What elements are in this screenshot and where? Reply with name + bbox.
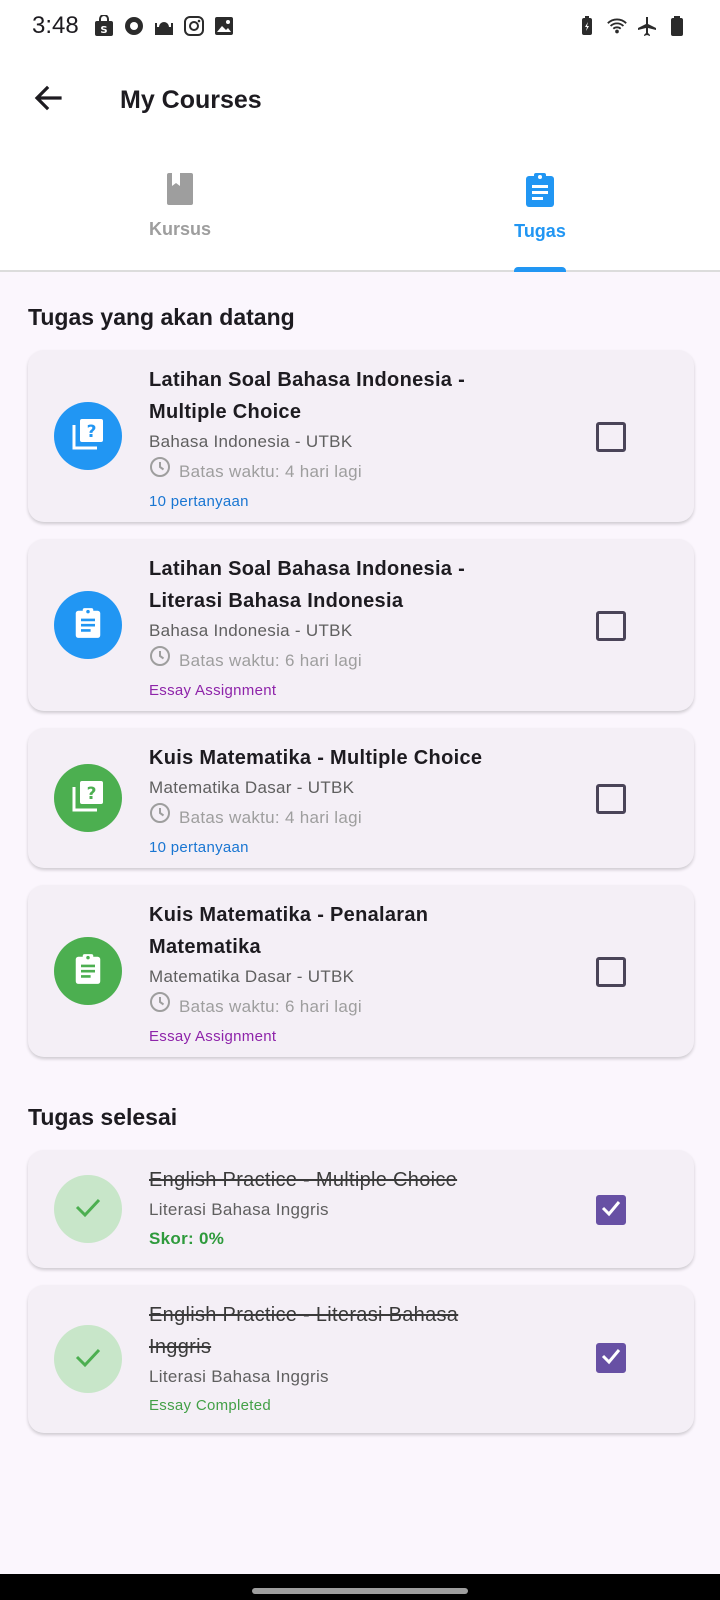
assignment-title: Latihan Soal Bahasa Indonesia - Multiple… xyxy=(149,369,466,423)
shopping-bag-icon: S xyxy=(93,15,115,37)
assignment-icon xyxy=(74,607,102,644)
completion-checkbox[interactable] xyxy=(596,422,626,452)
section-title-completed: Tugas selesai xyxy=(28,1104,178,1130)
assignment-icon xyxy=(524,172,556,213)
deadline: Batas waktu: 4 hari lagi xyxy=(149,456,519,487)
assignment-avatar xyxy=(54,937,122,1005)
assignment-type: Essay Assignment xyxy=(149,1028,277,1045)
status-bar: 3:48 S xyxy=(0,0,720,52)
assignment-card[interactable]: ? Latihan Soal Bahasa Indonesia - Multip… xyxy=(28,350,694,522)
deadline-text: Batas waktu: 6 hari lagi xyxy=(179,996,362,1016)
home-gesture-handle[interactable] xyxy=(252,1588,468,1594)
completion-checkbox[interactable] xyxy=(596,1195,626,1225)
status-time: 3:48 xyxy=(32,12,79,39)
course-name: Bahasa Indonesia - UTBK xyxy=(149,432,353,451)
score-text: Skor: 0% xyxy=(149,1229,225,1248)
app-bar: My Courses xyxy=(0,52,720,148)
assignment-icon xyxy=(74,953,102,990)
instagram-icon xyxy=(183,15,205,37)
question-count: 10 pertanyaan xyxy=(149,493,249,510)
airplane-mode-icon xyxy=(636,15,658,37)
battery-saver-icon xyxy=(576,15,598,37)
completion-status: Essay Completed xyxy=(149,1397,272,1414)
image-icon xyxy=(213,15,235,37)
assignment-card[interactable]: Latihan Soal Bahasa Indonesia - Literasi… xyxy=(28,539,694,711)
section-title-upcoming: Tugas yang akan datang xyxy=(28,304,295,330)
quiz-icon: ? xyxy=(70,778,106,819)
card-text: Latihan Soal Bahasa Indonesia - Literasi… xyxy=(149,553,519,706)
assignment-card[interactable]: ? Kuis Matematika - Multiple Choice Mate… xyxy=(28,728,694,868)
deadline-text: Batas waktu: 4 hari lagi xyxy=(179,807,362,827)
deadline-text: Batas waktu: 4 hari lagi xyxy=(179,461,362,481)
deadline: Batas waktu: 4 hari lagi xyxy=(149,802,519,833)
battery-icon xyxy=(666,15,688,37)
arrow-back-icon xyxy=(33,83,63,118)
card-text: Kuis Matematika - Multiple Choice Matema… xyxy=(149,742,519,863)
completed-avatar xyxy=(54,1325,122,1393)
completion-checkbox[interactable] xyxy=(596,1343,626,1373)
card-text: Kuis Matematika - Penalaran Matematika M… xyxy=(149,899,519,1052)
clock-icon xyxy=(149,645,171,676)
completion-checkbox[interactable] xyxy=(596,784,626,814)
svg-text:S: S xyxy=(100,25,107,36)
tab-label: Kursus xyxy=(148,219,211,239)
question-count: 10 pertanyaan xyxy=(149,839,249,856)
completion-checkbox[interactable] xyxy=(596,611,626,641)
clock-icon xyxy=(149,802,171,833)
check-icon xyxy=(72,1341,104,1378)
course-name: Literasi Bahasa Inggris xyxy=(149,1367,329,1386)
tab-kursus[interactable]: Kursus xyxy=(0,148,360,270)
completed-card[interactable]: English Practice - Literasi Bahasa Inggr… xyxy=(28,1285,694,1433)
card-text: English Practice - Literasi Bahasa Inggr… xyxy=(149,1299,519,1421)
assignment-title: Latihan Soal Bahasa Indonesia - Literasi… xyxy=(149,558,466,612)
deadline-text: Batas waktu: 6 hari lagi xyxy=(179,650,362,670)
checkmark-icon xyxy=(600,1345,622,1372)
svg-text:?: ? xyxy=(87,784,97,804)
assignment-avatar xyxy=(54,591,122,659)
completed-card[interactable]: English Practice - Multiple Choice Liter… xyxy=(28,1150,694,1268)
deadline: Batas waktu: 6 hari lagi xyxy=(149,645,519,676)
tab-tugas[interactable]: Tugas xyxy=(360,148,720,272)
tab-indicator xyxy=(514,267,566,272)
tab-label: Tugas xyxy=(514,221,566,241)
card-text: Latihan Soal Bahasa Indonesia - Multiple… xyxy=(149,364,519,517)
completion-checkbox[interactable] xyxy=(596,957,626,987)
quiz-avatar: ? xyxy=(54,764,122,832)
course-name: Literasi Bahasa Inggris xyxy=(149,1200,329,1219)
navigation-bar xyxy=(0,1574,720,1600)
card-text: English Practice - Multiple Choice Liter… xyxy=(149,1164,519,1254)
system-icons xyxy=(576,15,688,37)
page-title: My Courses xyxy=(120,85,262,114)
svg-text:?: ? xyxy=(87,422,97,442)
course-name: Matematika Dasar - UTBK xyxy=(149,778,355,797)
assignment-type: Essay Assignment xyxy=(149,682,277,699)
notification-icons: S xyxy=(93,15,235,37)
mosque-icon xyxy=(153,15,175,37)
tab-bar: Kursus Tugas xyxy=(0,148,720,272)
assignment-title: English Practice - Literasi Bahasa Inggr… xyxy=(149,1304,459,1358)
assignment-card[interactable]: Kuis Matematika - Penalaran Matematika M… xyxy=(28,885,694,1057)
assignment-title: English Practice - Multiple Choice xyxy=(149,1169,458,1191)
assignment-title: Kuis Matematika - Penalaran Matematika xyxy=(149,904,429,958)
checkmark-icon xyxy=(600,1197,622,1224)
assignment-title: Kuis Matematika - Multiple Choice xyxy=(149,747,483,769)
clock-icon xyxy=(149,991,171,1022)
wifi-icon xyxy=(606,15,628,37)
quiz-avatar: ? xyxy=(54,402,122,470)
app-notification-icon xyxy=(123,15,145,37)
clock-icon xyxy=(149,456,171,487)
course-name: Matematika Dasar - UTBK xyxy=(149,967,355,986)
back-button[interactable] xyxy=(20,72,76,128)
quiz-icon: ? xyxy=(70,416,106,457)
deadline: Batas waktu: 6 hari lagi xyxy=(149,991,519,1022)
check-icon xyxy=(72,1191,104,1228)
course-name: Bahasa Indonesia - UTBK xyxy=(149,621,353,640)
completed-avatar xyxy=(54,1175,122,1243)
book-icon xyxy=(166,172,194,211)
